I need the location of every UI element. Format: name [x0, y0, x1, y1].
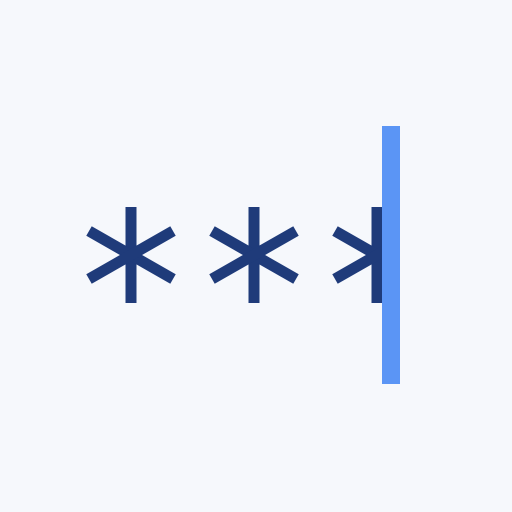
password-input[interactable] — [0, 0, 512, 512]
mask-asterisk-2 — [209, 207, 299, 303]
password-entry-screen — [0, 0, 512, 512]
mask-asterisk-1 — [86, 207, 176, 303]
password-mask-display — [86, 126, 400, 384]
mask-asterisk-3 — [332, 207, 382, 303]
text-caret — [382, 126, 400, 384]
